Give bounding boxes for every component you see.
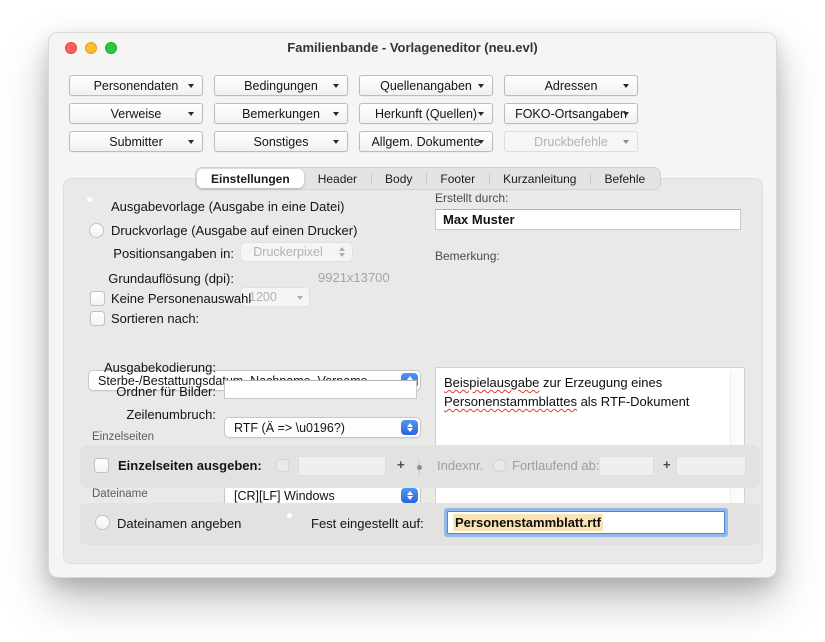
grundaufloesung-label: Grundauflösung (dpi): (74, 271, 234, 286)
dropdown-arrow-icon (188, 140, 194, 144)
menu-button-bedingungen[interactable]: Bedingungen (214, 75, 348, 96)
checkbox-einzelseiten-extra (276, 459, 289, 472)
keine-personenauswahl-label: Keine Personenauswahl (111, 291, 251, 306)
radio-dateinamen-angeben[interactable] (95, 515, 110, 530)
bemerkung-label: Bemerkung: (435, 249, 500, 263)
sortieren-nach-label: Sortieren nach: (111, 311, 199, 326)
title-bar: Familienbande - Vorlageneditor (neu.evl) (49, 33, 776, 63)
dropdown-arrow-icon (478, 112, 484, 116)
radio-druckvorlage[interactable] (89, 223, 104, 238)
settings-panel: Einstellungen Header Body Footer Kurzanl… (63, 178, 763, 564)
ausgabekodierung-popup[interactable]: RTF (Ä => \u0196?) (224, 417, 421, 438)
erstellt-durch-input[interactable]: Max Muster (435, 209, 741, 230)
checkbox-keine-personenauswahl[interactable] (90, 291, 105, 306)
tab-einstellungen[interactable]: Einstellungen (197, 169, 304, 188)
dateiname-group-label: Dateiname (92, 488, 148, 500)
radio-indexnr (418, 458, 420, 477)
menu-button-bemerkungen[interactable]: Bemerkungen (214, 103, 348, 124)
bemerkung-line1: Beispielausgabe zur Erzeugung eines (444, 373, 722, 392)
zeilenumbruch-label: Zeilenumbruch: (64, 407, 216, 422)
dropdown-arrow-icon (478, 84, 484, 88)
tab-kurzanleitung[interactable]: Kurzanleitung (489, 169, 590, 188)
dropdown-arrow-icon (188, 112, 194, 116)
menu-button-verweise[interactable]: Verweise (69, 103, 203, 124)
dropdown-arrow-icon (333, 112, 339, 116)
resolution-size-value: 9921x13700 (318, 270, 390, 285)
ordner-fuer-bilder-label: Ordner für Bilder: (64, 384, 216, 399)
erstellt-durch-label: Erstellt durch: (435, 191, 508, 205)
tab-header[interactable]: Header (304, 169, 371, 188)
bemerkung-line2: Personenstammblattes als RTF-Dokument (444, 392, 722, 411)
dateiname-groupbox: Dateinamen angeben Fest eingestellt auf:… (80, 503, 760, 545)
menu-button-druckbefehle: Druckbefehle (504, 131, 638, 152)
positionsangaben-popup: Druckerpixel (240, 242, 353, 262)
down-chevron-icon (297, 296, 303, 300)
dropdown-arrow-icon (333, 84, 339, 88)
checkbox-einzelseiten-ausgeben[interactable] (94, 458, 109, 473)
dateiname-input[interactable]: Personenstammblatt.rtf (447, 511, 725, 534)
tab-befehle[interactable]: Befehle (590, 169, 659, 188)
einzelseiten-input-1 (298, 456, 386, 476)
dropdown-arrow-icon (623, 84, 629, 88)
einzelseiten-ausgeben-label: Einzelseiten ausgeben: (118, 458, 262, 473)
dropdown-arrow-icon (333, 140, 339, 144)
ordner-fuer-bilder-input[interactable] (224, 380, 417, 399)
ausgabekodierung-label: Ausgabekodierung: (64, 360, 216, 375)
plus-label-1: + (397, 457, 405, 472)
dropdown-arrow-icon (478, 140, 484, 144)
fest-eingestellt-label: Fest eingestellt auf: (311, 516, 424, 531)
fortlaufend-label: Fortlaufend ab: (512, 458, 599, 473)
tab-footer[interactable]: Footer (426, 169, 489, 188)
dropdown-arrow-icon (623, 112, 629, 116)
menu-button-quellenangaben[interactable]: Quellenangaben (359, 75, 493, 96)
menu-button-submitter[interactable]: Submitter (69, 131, 203, 152)
menu-button-adressen[interactable]: Adressen (504, 75, 638, 96)
tab-body[interactable]: Body (371, 169, 426, 188)
einzelseiten-group-label: Einzelseiten (92, 431, 154, 443)
einzelseiten-input-2 (599, 456, 654, 476)
radio-ausgabevorlage-label: Ausgabevorlage (Ausgabe in eine Datei) (111, 199, 344, 214)
updown-chevron-icon (333, 245, 350, 259)
einzelseiten-groupbox: Einzelseiten ausgeben: + Indexnr. Fortla… (80, 445, 760, 488)
positionsangaben-label: Positionsangaben in: (74, 246, 234, 261)
indexnr-label: Indexnr. (437, 458, 483, 473)
dropdown-arrow-icon (188, 84, 194, 88)
window-title: Familienbande - Vorlageneditor (neu.evl) (49, 40, 776, 55)
menu-button-foko-ortsangaben[interactable]: FOKO-Ortsangaben (504, 103, 638, 124)
radio-druckvorlage-label: Druckvorlage (Ausgabe auf einen Drucker) (111, 223, 357, 238)
menu-button-grid: Personendaten Bedingungen Quellenangaben… (69, 75, 638, 152)
menu-button-sonstiges[interactable]: Sonstiges (214, 131, 348, 152)
app-window: Familienbande - Vorlageneditor (neu.evl)… (48, 32, 777, 578)
dropdown-arrow-icon (623, 140, 629, 144)
dateinamen-angeben-label: Dateinamen angeben (117, 516, 241, 531)
einzelseiten-input-3 (676, 456, 746, 476)
updown-chevron-icon (401, 420, 418, 435)
menu-button-personendaten[interactable]: Personendaten (69, 75, 203, 96)
tab-bar: Einstellungen Header Body Footer Kurzanl… (195, 167, 661, 190)
plus-label-2: + (663, 457, 671, 472)
checkbox-sortieren-nach[interactable] (90, 311, 105, 326)
menu-button-herkunft[interactable]: Herkunft (Quellen) (359, 103, 493, 124)
menu-button-allgem-dokumente[interactable]: Allgem. Dokumente (359, 131, 493, 152)
radio-fortlaufend (493, 459, 506, 472)
updown-chevron-icon (401, 488, 418, 503)
